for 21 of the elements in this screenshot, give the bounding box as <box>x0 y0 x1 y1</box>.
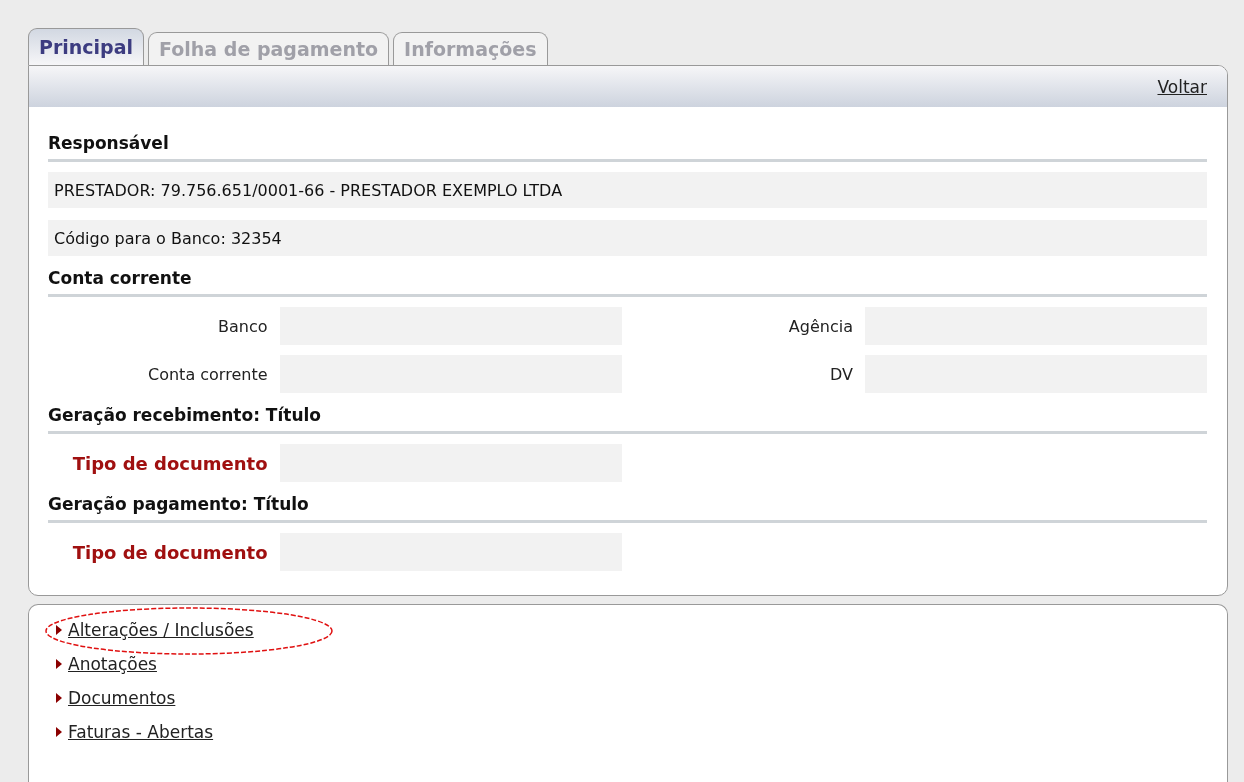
triangle-icon <box>56 659 62 669</box>
field-label: Conta corrente <box>147 364 268 384</box>
section-title: Conta corrente <box>48 268 1207 297</box>
section-link[interactable]: Documentos <box>68 688 176 708</box>
section-link[interactable]: Faturas - Abertas <box>68 722 214 742</box>
info-row: Código para o Banco: 32354 <box>48 220 1207 256</box>
tab[interactable]: Principal <box>28 28 145 65</box>
section-title: Geração recebimento: Título <box>48 405 1207 434</box>
triangle-icon <box>56 625 62 635</box>
section-title: Geração pagamento: Título <box>48 494 1207 523</box>
back-link[interactable]: Voltar <box>1157 76 1207 97</box>
field-label: Banco <box>217 316 268 336</box>
field-label: Tipo de documento <box>71 541 268 563</box>
triangle-icon <box>56 693 62 703</box>
triangle-icon <box>56 727 62 737</box>
info-row: PRESTADOR: 79.756.651/0001-66 - PRESTADOR EXEMPLO LTDA <box>48 172 1207 208</box>
section-link[interactable]: Anotações <box>68 654 157 674</box>
field-label: Agência <box>787 316 853 336</box>
field-label: DV <box>829 364 853 384</box>
field-label: Tipo de documento <box>71 452 268 474</box>
section-title: Responsável <box>48 133 1207 162</box>
